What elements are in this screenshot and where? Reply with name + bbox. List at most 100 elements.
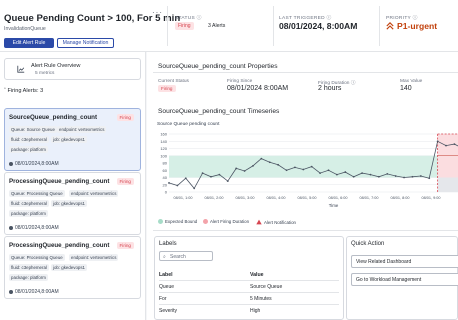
data-point [411, 175, 414, 178]
label-chip: package: platform [9, 274, 48, 281]
label-chip: Queue: Processing Queue [9, 190, 65, 197]
data-point [419, 175, 422, 177]
go-to-workload-management-button[interactable]: Go to Workload Management [351, 273, 458, 286]
data-point [369, 173, 372, 176]
data-point [352, 175, 355, 178]
alert-time: 08/01/2024,8:00AM [15, 161, 59, 167]
max-value-label: Max Value [400, 79, 423, 84]
x-tick-label: 08/01, 3:00 [235, 196, 254, 200]
alert-time: 08/01/2024,8:00AM [15, 289, 59, 295]
properties-title: SourceQueue_pending_count Properties [158, 63, 278, 70]
priority-text: P1-urgent [397, 21, 438, 31]
y-tick-label: 0 [165, 190, 168, 195]
x-axis-label: Time [329, 203, 339, 208]
label-chip: fluid: c3ephemeral [9, 136, 49, 143]
y-tick-label: 40 [163, 175, 168, 180]
clock-icon [9, 226, 13, 230]
legend-alert-notification: Alert Notification [256, 219, 296, 225]
chart-label: Source Queue pending count [157, 122, 220, 127]
divider [167, 6, 168, 46]
data-point [210, 175, 212, 178]
data-point [268, 161, 271, 164]
legend-expected-bound: Expected Bound [158, 219, 197, 224]
data-point [445, 144, 447, 147]
label-chip: package: platform [9, 146, 48, 153]
search-placeholder: Search [170, 254, 186, 260]
overview-title: Alert Rule Overview [31, 63, 81, 69]
timeseries-title: SourceQueue_pending_count Timeseries [158, 108, 280, 115]
data-point [176, 184, 179, 187]
firing-alerts-header[interactable]: ˆ Firing Alerts: 3 [4, 88, 43, 94]
legend-label: Alert Firing Duration [210, 219, 250, 224]
y-tick-label: 100 [160, 153, 167, 158]
alert-card[interactable]: ProcessingQueue_pending_count Firing Que… [4, 236, 141, 299]
label-chip: endpoint: vertexmetrics [57, 126, 107, 133]
firing-badge: Firing [116, 114, 134, 121]
current-status-badge: Firing [158, 85, 176, 92]
legend-firing-duration: Alert Firing Duration [203, 219, 249, 224]
data-point [319, 172, 322, 175]
search-icon: ⌕ [163, 254, 166, 260]
alert-card[interactable]: SourceQueue_pending_count Firing Queue: … [4, 108, 141, 171]
alert-rule-overview[interactable]: Alert Rule Overview 5 metrics [4, 58, 141, 80]
clock-icon [9, 290, 13, 294]
data-point [403, 176, 405, 179]
label-chip: job: gkedevops1 [51, 136, 87, 143]
data-point [226, 180, 229, 183]
alerts-count: 3 Alerts [208, 23, 226, 29]
manage-notification-button[interactable]: Manage Notification [57, 38, 114, 48]
firing-duration-swatch [203, 219, 208, 224]
chevron-up-icon: ˆ [4, 88, 6, 94]
col-label-header: Label [159, 272, 173, 278]
y-tick-label: 120 [160, 146, 167, 151]
label-key: Severity [159, 308, 178, 314]
alerts-sidebar: Alert Rule Overview 5 metrics ˆ Firing A… [0, 52, 146, 320]
data-point [285, 169, 288, 172]
alert-name: SourceQueue_pending_count [9, 114, 98, 121]
label-value: High [250, 308, 261, 314]
priority-chevrons-icon [386, 22, 394, 30]
view-related-dashboard-button[interactable]: View Related Dashboard [351, 255, 458, 268]
data-point [243, 170, 246, 172]
label-value: 5 Minutes [250, 296, 272, 302]
data-point [386, 172, 389, 175]
labels-search-input[interactable]: ⌕ Search [159, 251, 213, 261]
expected-bound-swatch [158, 219, 163, 224]
last-triggered-value: 08/01/2024, 8:00AM [279, 21, 358, 31]
more-options-icon[interactable]: ··· [152, 8, 163, 17]
label-chip: Queue: Source Queue [9, 126, 57, 133]
y-tick-label: 60 [163, 168, 168, 173]
page-subtitle: InvalidationQueue [4, 26, 46, 32]
data-point [436, 140, 439, 143]
y-tick-label: 80 [163, 161, 168, 166]
timeseries-chart: 0 20 40 60 80 100 120 140 160 08/01, 1:00 08/01, 2… [160, 132, 458, 208]
label-value: Source Queue [250, 284, 283, 290]
data-point [327, 169, 330, 172]
max-value: 140 [400, 85, 412, 92]
label-chip: fluid: c3ephemeral [9, 200, 49, 207]
divider [159, 292, 339, 293]
alert-card[interactable]: ProcessingQueue_pending_count Firing Que… [4, 172, 141, 235]
y-tick-label: 140 [160, 139, 167, 144]
priority-label: PRIORITY ⓘ [386, 16, 418, 21]
data-point [277, 163, 280, 166]
edit-alert-rule-button[interactable]: Edit Alert Rule [4, 38, 54, 48]
data-point [428, 177, 431, 180]
x-tick-label: 08/01, 7:00 [359, 196, 378, 200]
firing-badge: Firing [116, 242, 134, 249]
alert-header: Queue Pending Count > 100, For 5 min Inv… [0, 0, 458, 52]
data-point [377, 175, 380, 178]
data-point [252, 165, 254, 167]
current-status-label: Current Status [158, 79, 189, 84]
label-chip: endpoint: vertexmetrics [69, 190, 119, 197]
data-point [184, 177, 187, 180]
data-point [235, 167, 238, 170]
y-tick-label: 20 [163, 182, 168, 187]
x-tick-label: 08/01, 6:00 [328, 196, 347, 200]
warning-triangle-icon [256, 219, 262, 225]
firing-since-value: 08/01/2024 8:00AM [227, 85, 289, 92]
overview-subtitle: 5 metrics [35, 71, 55, 76]
data-point [294, 166, 296, 169]
data-point [168, 182, 170, 184]
label-chip: package: platform [9, 210, 48, 217]
